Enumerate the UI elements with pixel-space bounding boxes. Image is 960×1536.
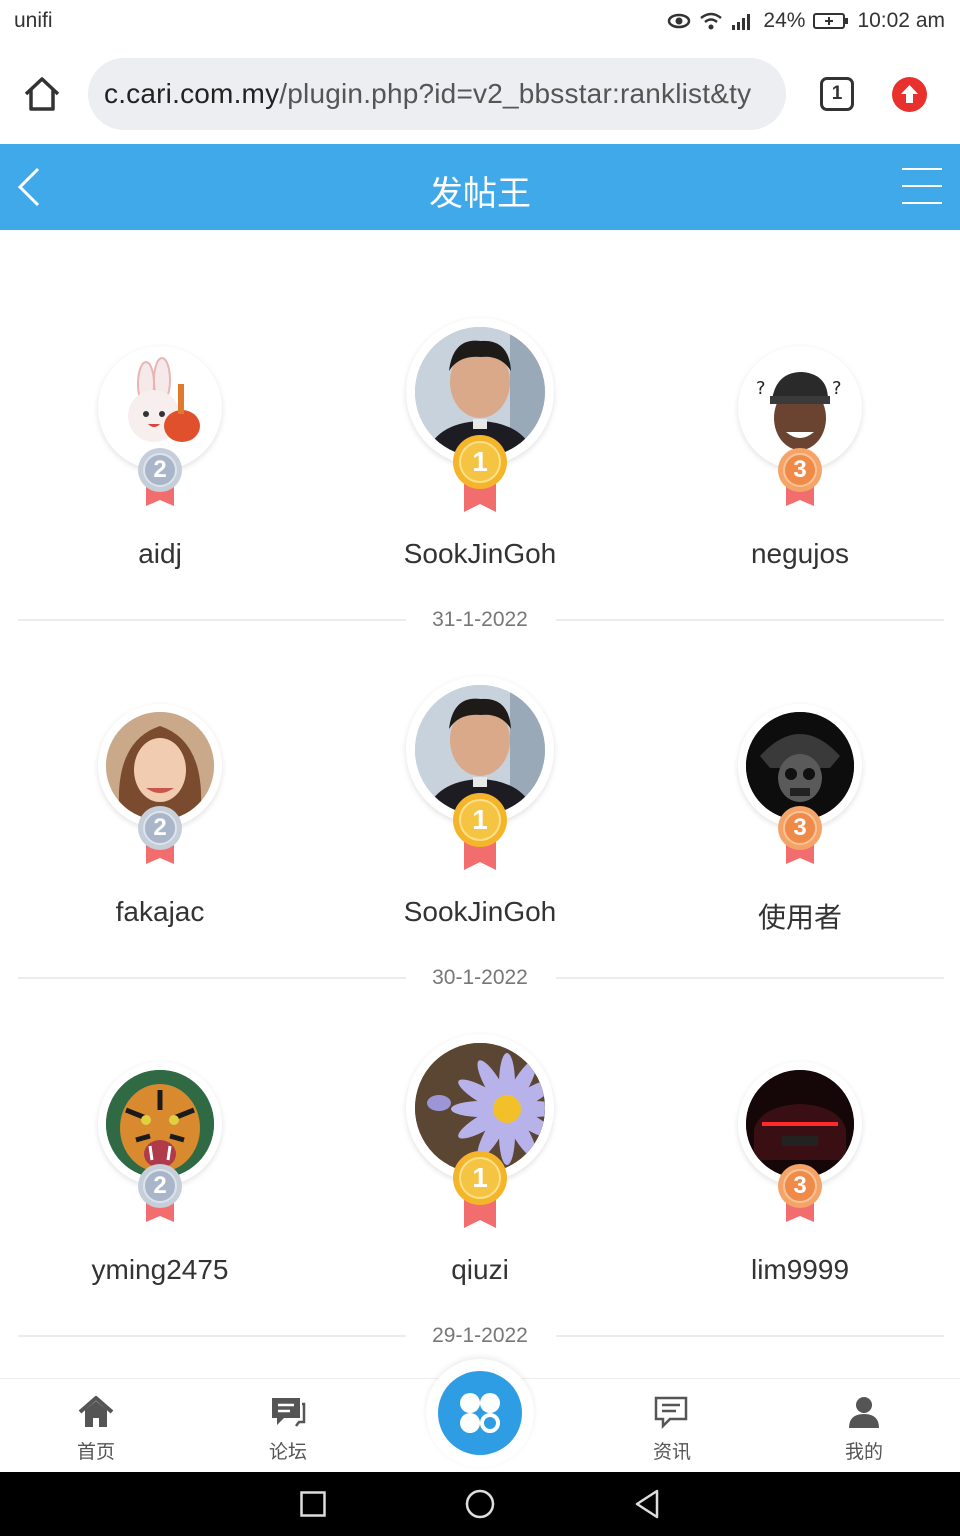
svg-text:?: ?	[756, 378, 766, 399]
news-chat-icon	[654, 1396, 688, 1429]
username: aidj	[138, 538, 182, 569]
update-button[interactable]	[892, 77, 927, 112]
page-title: 发帖王	[429, 174, 531, 214]
rank-number: 1	[472, 446, 488, 477]
rank-first[interactable]: 1 SookJinGoh	[320, 588, 640, 946]
house-icon	[78, 1396, 114, 1427]
nav-forum[interactable]: 论坛	[192, 1379, 384, 1473]
status-bar: unifi 24% 10:02 am	[0, 0, 960, 44]
clock: 10:02 am	[857, 9, 945, 32]
rank-second[interactable]: 2 aidj	[0, 230, 320, 588]
rank-second[interactable]: 2 fakajac	[0, 588, 320, 946]
rank-first[interactable]: 1 SookJinGoh	[320, 230, 640, 588]
rank-number: 3	[793, 814, 807, 841]
arrow-up-icon	[901, 85, 918, 103]
rank-number: 3	[793, 456, 807, 483]
rank-number: 3	[793, 1172, 807, 1199]
carrier-label: unifi	[14, 9, 53, 32]
rank-third[interactable]: ?? 3 negujos	[640, 230, 960, 588]
forum-chat-icon	[272, 1398, 306, 1427]
username: qiuzi	[451, 1254, 509, 1285]
rank-number: 1	[472, 1162, 488, 1193]
rank-number: 2	[153, 456, 167, 483]
nav-mine-label: 我的	[844, 1441, 883, 1463]
ranking-day-block: 2 aidj 1 SookJinGoh ?? 3 negujos 31-1-20…	[0, 230, 960, 631]
wifi-icon	[700, 12, 723, 30]
user-profile-icon	[849, 1397, 879, 1428]
rank-third[interactable]: 3 lim9999	[640, 946, 960, 1304]
nav-mine[interactable]: 我的	[768, 1379, 960, 1473]
nav-home[interactable]: 首页	[0, 1379, 192, 1473]
system-nav-bar	[0, 1472, 960, 1536]
app-header: 发帖王	[0, 144, 960, 230]
url-bar[interactable]: c.cari.com.my/plugin.php?id=v2_bbsstar:r…	[88, 58, 786, 130]
username: yming2475	[91, 1254, 229, 1285]
ranking-list: 2 aidj 1 SookJinGoh ?? 3 negujos 31-1-20…	[0, 230, 960, 1378]
username: lim9999	[750, 1254, 850, 1285]
center-action-button[interactable]	[438, 1371, 522, 1455]
svg-text:?: ?	[832, 378, 842, 399]
home-circle-icon[interactable]	[465, 1489, 495, 1519]
bottom-nav: 首页 论坛 资讯 我的	[0, 1359, 960, 1473]
rank-first[interactable]: 1 qiuzi	[320, 946, 640, 1304]
nav-news-label: 资讯	[652, 1441, 691, 1463]
eye-icon	[668, 13, 691, 29]
url-path: /plugin.php?id=v2_bbsstar:ranklist&ty	[279, 78, 752, 109]
menu-icon[interactable]	[902, 168, 942, 206]
back-triangle-icon[interactable]	[634, 1489, 660, 1519]
rank-number: 1	[472, 804, 488, 835]
tab-switcher-button[interactable]: 1	[820, 77, 854, 111]
battery-icon	[813, 13, 849, 29]
url-domain: c.cari.com.my	[104, 78, 280, 109]
rank-second[interactable]: 2 yming2475	[0, 946, 320, 1304]
ranking-day-block: 2 fakajac 1 SookJinGoh 3 使用者 30-1-2022	[0, 588, 960, 989]
rank-third[interactable]: 3 使用者	[640, 588, 960, 946]
ranking-day-block: 2 yming2475 1 qiuzi 3 lim9999 29-1-2022	[0, 946, 960, 1347]
username: 使用者	[757, 901, 842, 934]
browser-toolbar: c.cari.com.my/plugin.php?id=v2_bbsstar:r…	[0, 44, 960, 144]
battery-percent: 24%	[763, 9, 806, 32]
apps-grid-icon	[460, 1393, 500, 1433]
nav-home-label: 首页	[76, 1441, 115, 1463]
recent-apps-icon[interactable]	[300, 1491, 326, 1517]
nav-news[interactable]: 资讯	[576, 1379, 768, 1473]
username: fakajac	[115, 896, 205, 927]
signal-icon	[732, 14, 751, 30]
nav-forum-label: 论坛	[268, 1441, 307, 1463]
username: SookJinGoh	[403, 896, 557, 927]
username: SookJinGoh	[403, 538, 557, 569]
username: negujos	[750, 538, 850, 569]
ranking-date: 29-1-2022	[432, 1324, 528, 1347]
home-icon[interactable]	[22, 74, 62, 114]
rank-number: 2	[153, 1172, 167, 1199]
rank-number: 2	[153, 814, 167, 841]
